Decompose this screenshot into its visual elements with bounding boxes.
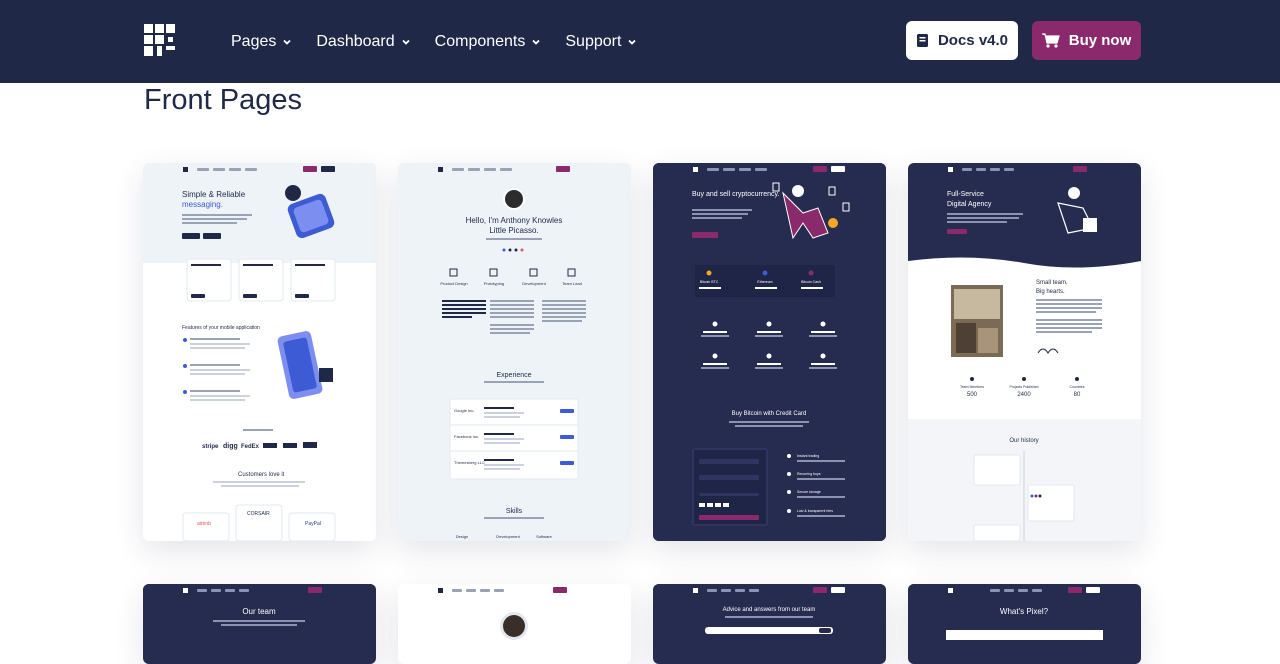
svg-text:Countries: Countries	[1070, 385, 1085, 389]
svg-text:stripe: stripe	[202, 444, 219, 450]
svg-text:airbnb: airbnb	[197, 521, 211, 527]
card1-hero-text: Simple & Reliable	[182, 190, 246, 199]
top-navbar: Pages Dashboard Components Support Docs …	[0, 0, 1280, 83]
buy-now-button[interactable]: Buy now	[1032, 21, 1141, 60]
card4-about-line1: Small team,	[1036, 280, 1068, 286]
svg-text:digg: digg	[223, 443, 238, 450]
svg-text:80: 80	[1074, 392, 1081, 398]
card2-experience-heading: Experience	[496, 372, 531, 379]
nav-dashboard-label: Dashboard	[316, 32, 395, 50]
chevron-down-icon	[532, 39, 541, 45]
card2-hero-line2: Little Picasso.	[489, 226, 538, 235]
nav-support[interactable]: Support	[565, 33, 637, 51]
docs-button-label: Docs v4.0	[937, 32, 1009, 49]
main-menu: Pages Dashboard Components Support	[231, 0, 661, 83]
card5-title: Our team	[242, 607, 276, 616]
nav-pages-label: Pages	[231, 32, 277, 50]
svg-text:CORSAIR: CORSAIR	[247, 511, 270, 517]
svg-text:Projects Published: Projects Published	[1010, 385, 1039, 389]
card8-title: What's Pixel?	[1000, 607, 1049, 616]
svg-text:PayPal: PayPal	[305, 521, 321, 527]
svg-text:Ethereum: Ethereum	[757, 280, 772, 284]
crypto-preview-image: Buy and sell cryptocurrency. Bitcoin BTC…	[653, 163, 886, 541]
preview-card-about[interactable]: What's Pixel?	[908, 584, 1141, 664]
nav-pages[interactable]: Pages	[231, 33, 292, 51]
svg-text:FedEx: FedEx	[241, 444, 260, 450]
agency-preview-image: Full-Service Digital Agency Small team, …	[908, 163, 1141, 541]
svg-text:Google Inc.: Google Inc.	[454, 408, 474, 413]
svg-text:Product Design: Product Design	[440, 281, 467, 286]
svg-text:Design: Design	[456, 534, 468, 539]
preview-card-landing[interactable]: Simple & Reliable messaging. Features of…	[143, 163, 376, 541]
svg-text:Bitcoin BTC: Bitcoin BTC	[700, 280, 719, 284]
card7-title: Advice and answers from our team	[723, 607, 816, 613]
personal-preview-image: Hello, I'm Anthony Knowles Little Picass…	[398, 163, 631, 541]
preview-card-personal[interactable]: Hello, I'm Anthony Knowles Little Picass…	[398, 163, 631, 541]
svg-text:Team Lead: Team Lead	[562, 281, 582, 286]
svg-text:2400: 2400	[1017, 392, 1031, 398]
nav-support-label: Support	[565, 32, 622, 50]
buy-now-button-label: Buy now	[1068, 32, 1132, 49]
svg-text:Development: Development	[522, 281, 546, 286]
docs-button[interactable]: Docs v4.0	[906, 21, 1018, 60]
svg-text:Software: Software	[536, 534, 553, 539]
card2-skills-heading: Skills	[506, 508, 523, 515]
card1-customers-heading: Customers love it	[238, 472, 285, 478]
chevron-down-icon	[283, 39, 292, 45]
svg-text:Prototyping: Prototyping	[484, 281, 504, 286]
preview-card-support[interactable]: Advice and answers from our team	[653, 584, 886, 664]
svg-text:Team Members: Team Members	[960, 385, 984, 389]
card4-hero-line1: Full-Service	[947, 191, 984, 198]
about-preview-image: What's Pixel?	[908, 584, 1141, 640]
book-icon	[916, 34, 928, 47]
card1-hero-accent: messaging.	[182, 200, 223, 209]
page-title: Front Pages	[144, 84, 302, 116]
svg-text:500: 500	[967, 392, 978, 398]
preview-card-team[interactable]: Our team	[143, 584, 376, 664]
card3-hero: Buy and sell cryptocurrency.	[692, 191, 779, 198]
svg-text:Themesberg LLC: Themesberg LLC	[454, 460, 485, 465]
preview-card-profile[interactable]	[398, 584, 631, 664]
svg-text:Development: Development	[496, 534, 520, 539]
nav-dashboard[interactable]: Dashboard	[316, 33, 410, 51]
svg-text:Bitcoin Cash: Bitcoin Cash	[801, 280, 821, 284]
card4-history-heading: Our history	[1009, 438, 1038, 444]
support-preview-image: Advice and answers from our team	[653, 584, 886, 640]
shopping-cart-icon	[1041, 33, 1060, 48]
nav-components-label: Components	[434, 32, 526, 50]
svg-text:Facebook Inc.: Facebook Inc.	[454, 434, 479, 439]
card4-hero-line2: Digital Agency	[947, 201, 992, 208]
svg-text:Instant trading: Instant trading	[797, 454, 819, 458]
card3-form-title: Buy Bitcoin with Credit Card	[732, 411, 807, 417]
svg-text:Secure storage: Secure storage	[797, 490, 821, 494]
card4-about-line2: Big hearts.	[1036, 289, 1065, 295]
svg-text:Low & transparent fees: Low & transparent fees	[797, 509, 833, 513]
pixel-logo-icon[interactable]	[144, 24, 175, 56]
nav-components[interactable]: Components	[435, 33, 542, 51]
chevron-down-icon	[402, 39, 410, 45]
chevron-down-icon	[628, 39, 637, 45]
preview-card-agency[interactable]: Full-Service Digital Agency Small team, …	[908, 163, 1141, 541]
team-preview-image: Our team	[143, 584, 376, 640]
svg-text:Recurring buys: Recurring buys	[797, 472, 821, 476]
landing-preview-image: Simple & Reliable messaging. Features of…	[143, 163, 376, 541]
profile-preview-image	[398, 584, 631, 640]
card2-hero-line1: Hello, I'm Anthony Knowles	[466, 216, 563, 225]
preview-card-crypto[interactable]: Buy and sell cryptocurrency. Bitcoin BTC…	[653, 163, 886, 541]
card1-subtitle: Features of your mobile application	[182, 325, 260, 331]
